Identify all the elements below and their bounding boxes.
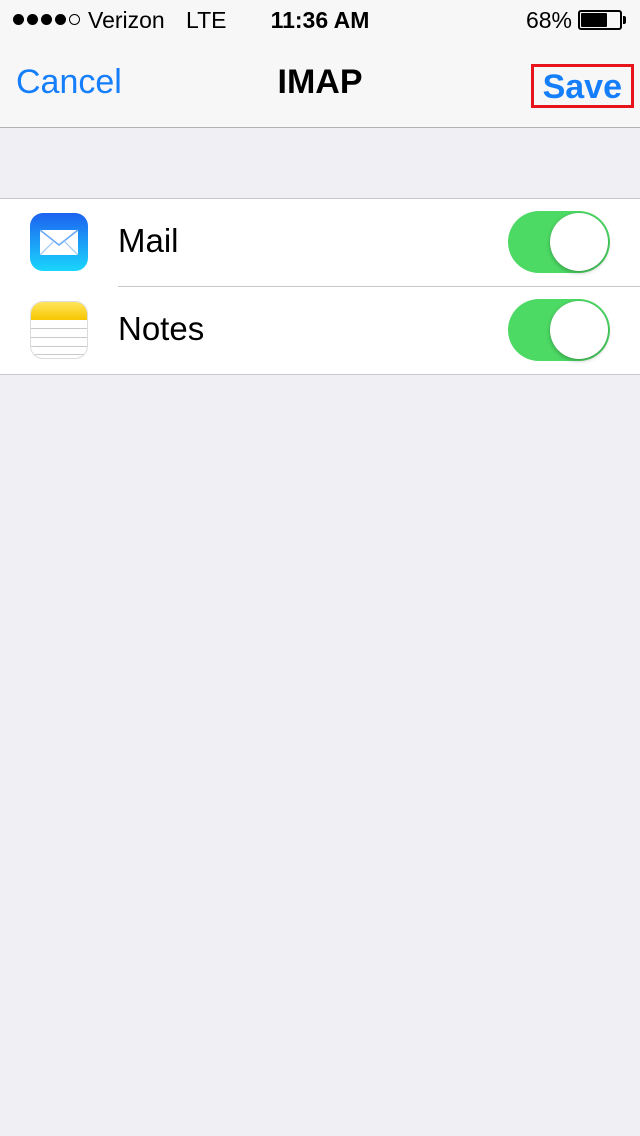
settings-row-mail: Mail bbox=[0, 199, 640, 286]
notes-icon-line bbox=[31, 354, 87, 355]
settings-row-label: Mail bbox=[118, 222, 179, 259]
battery-fill bbox=[581, 13, 607, 27]
notes-icon-header bbox=[31, 302, 87, 320]
status-bar: Verizon LTE 11:36 AM 68% bbox=[0, 0, 640, 40]
settings-row-label: Notes bbox=[118, 310, 205, 347]
notes-icon-line bbox=[31, 337, 87, 338]
notes-icon-line bbox=[31, 346, 87, 347]
notes-icon-line bbox=[31, 328, 87, 329]
notes-toggle[interactable] bbox=[508, 299, 610, 361]
battery-icon bbox=[578, 10, 628, 30]
mail-icon bbox=[30, 213, 88, 271]
save-button[interactable]: Save bbox=[530, 64, 634, 108]
mail-toggle[interactable] bbox=[508, 211, 610, 273]
battery-percentage: 68% bbox=[525, 7, 572, 33]
settings-row-notes: Notes bbox=[30, 286, 640, 374]
top-chrome: Verizon LTE 11:36 AM 68% Cancel IMAP Sav… bbox=[0, 0, 640, 128]
envelope-icon bbox=[39, 229, 79, 256]
navigation-bar: Cancel IMAP Save bbox=[0, 40, 640, 128]
battery-nub bbox=[623, 16, 626, 24]
notes-icon bbox=[30, 301, 88, 359]
toggle-knob[interactable] bbox=[550, 301, 608, 359]
settings-group: Mail Notes bbox=[0, 198, 640, 375]
toggle-knob[interactable] bbox=[550, 213, 608, 271]
